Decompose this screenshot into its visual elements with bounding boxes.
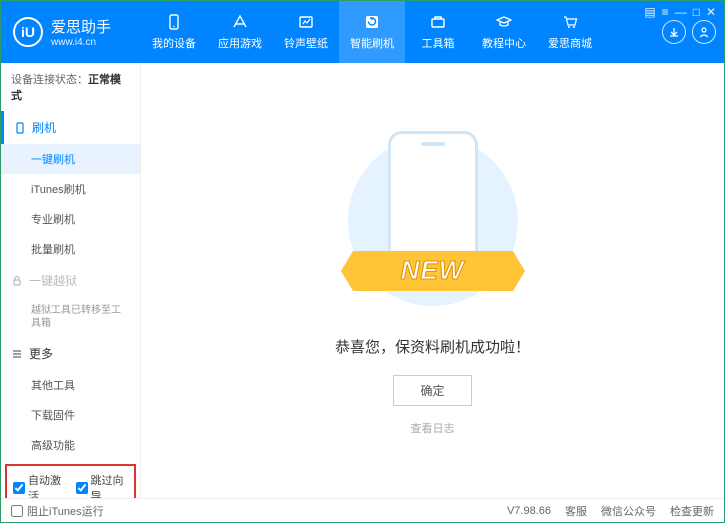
minimize-icon[interactable]: — bbox=[675, 5, 687, 19]
header-right bbox=[662, 20, 724, 44]
group-title: 刷机 bbox=[32, 119, 56, 136]
logo-area: iU 爱思助手 www.i4.cn bbox=[1, 16, 141, 48]
status-bar: 阻止iTunes运行 V7.98.66 客服 微信公众号 检查更新 bbox=[1, 498, 724, 522]
sidebar-item-oneclick-flash[interactable]: 一键刷机 bbox=[1, 144, 140, 174]
sidebar-item-batch-flash[interactable]: 批量刷机 bbox=[1, 234, 140, 264]
new-banner-text: NEW bbox=[401, 255, 465, 286]
auto-activate-input[interactable] bbox=[13, 482, 25, 494]
refresh-icon bbox=[363, 13, 381, 31]
skip-guide-input[interactable] bbox=[76, 482, 88, 494]
main: 设备连接状态：正常模式 刷机 一键刷机 iTunes刷机 专业刷机 批量刷机 一… bbox=[1, 63, 724, 498]
flash-options-highlight: 自动激活 跳过向导 bbox=[5, 464, 136, 498]
header: ▤ ≡ — □ ✕ iU 爱思助手 www.i4.cn 我的设备 应用游戏 铃声… bbox=[1, 1, 724, 63]
sidebar-item-itunes-flash[interactable]: iTunes刷机 bbox=[1, 174, 140, 204]
block-itunes-checkbox[interactable]: 阻止iTunes运行 bbox=[11, 503, 104, 519]
block-itunes-label: 阻止iTunes运行 bbox=[27, 503, 104, 519]
status-label: 设备连接状态： bbox=[11, 74, 88, 86]
toolbox-icon bbox=[429, 13, 447, 31]
wallpaper-icon bbox=[297, 13, 315, 31]
graduation-icon bbox=[495, 13, 513, 31]
skip-guide-checkbox[interactable]: 跳过向导 bbox=[76, 472, 129, 498]
ok-button[interactable]: 确定 bbox=[393, 375, 471, 406]
view-log-link[interactable]: 查看日志 bbox=[411, 420, 455, 436]
auto-activate-checkbox[interactable]: 自动激活 bbox=[13, 472, 66, 498]
close-icon[interactable]: ✕ bbox=[706, 5, 716, 19]
sidebar: 设备连接状态：正常模式 刷机 一键刷机 iTunes刷机 专业刷机 批量刷机 一… bbox=[1, 63, 141, 498]
download-icon bbox=[668, 26, 680, 38]
nav-label: 智能刷机 bbox=[350, 35, 394, 51]
sidebar-item-other-tools[interactable]: 其他工具 bbox=[1, 370, 140, 400]
group-title: 更多 bbox=[29, 345, 53, 362]
maximize-icon[interactable]: □ bbox=[693, 5, 700, 19]
checkbox-label: 跳过向导 bbox=[91, 472, 129, 498]
phone-icon bbox=[165, 13, 183, 31]
app-name: 爱思助手 bbox=[51, 16, 111, 37]
menu-icon[interactable]: ▤ bbox=[644, 5, 655, 19]
nav-my-device[interactable]: 我的设备 bbox=[141, 1, 207, 63]
nav-label: 工具箱 bbox=[422, 35, 455, 51]
block-itunes-input[interactable] bbox=[11, 505, 23, 517]
nav-smart-flash[interactable]: 智能刷机 bbox=[339, 1, 405, 63]
sidebar-item-pro-flash[interactable]: 专业刷机 bbox=[1, 204, 140, 234]
jailbreak-note: 越狱工具已转移至工具箱 bbox=[1, 297, 140, 337]
app-url: www.i4.cn bbox=[51, 37, 111, 48]
success-illustration: NEW bbox=[343, 126, 523, 316]
nav-tutorials[interactable]: 教程中心 bbox=[471, 1, 537, 63]
settings-icon[interactable]: ≡ bbox=[662, 5, 669, 19]
group-title: 一键越狱 bbox=[29, 272, 77, 289]
version-text: V7.98.66 bbox=[507, 505, 551, 517]
logo-icon: iU bbox=[13, 17, 43, 47]
download-button[interactable] bbox=[662, 20, 686, 44]
checkbox-label: 自动激活 bbox=[28, 472, 66, 498]
sidebar-group-jailbreak: 一键越狱 bbox=[1, 264, 140, 297]
sidebar-item-advanced[interactable]: 高级功能 bbox=[1, 430, 140, 460]
nav-apps-games[interactable]: 应用游戏 bbox=[207, 1, 273, 63]
cart-icon bbox=[561, 13, 579, 31]
apps-icon bbox=[231, 13, 249, 31]
sidebar-item-download-firmware[interactable]: 下载固件 bbox=[1, 400, 140, 430]
nav-label: 我的设备 bbox=[152, 35, 196, 51]
nav-store[interactable]: 爱思商城 bbox=[537, 1, 603, 63]
main-nav: 我的设备 应用游戏 铃声壁纸 智能刷机 工具箱 教程中心 爱思商城 bbox=[141, 1, 662, 63]
nav-label: 铃声壁纸 bbox=[284, 35, 328, 51]
check-update-link[interactable]: 检查更新 bbox=[670, 503, 714, 519]
nav-toolbox[interactable]: 工具箱 bbox=[405, 1, 471, 63]
nav-ringtones[interactable]: 铃声壁纸 bbox=[273, 1, 339, 63]
user-icon bbox=[698, 26, 710, 38]
nav-label: 应用游戏 bbox=[218, 35, 262, 51]
phone-small-icon bbox=[14, 122, 26, 134]
sidebar-group-flash[interactable]: 刷机 bbox=[1, 111, 140, 144]
user-button[interactable] bbox=[692, 20, 716, 44]
content-area: NEW 恭喜您，保资料刷机成功啦！ 确定 查看日志 bbox=[141, 63, 724, 498]
success-message: 恭喜您，保资料刷机成功啦！ bbox=[335, 336, 530, 357]
nav-label: 爱思商城 bbox=[548, 35, 592, 51]
list-icon bbox=[11, 348, 23, 360]
sidebar-group-more[interactable]: 更多 bbox=[1, 337, 140, 370]
wechat-link[interactable]: 微信公众号 bbox=[601, 503, 656, 519]
service-link[interactable]: 客服 bbox=[565, 503, 587, 519]
nav-label: 教程中心 bbox=[482, 35, 526, 51]
device-status: 设备连接状态：正常模式 bbox=[1, 63, 140, 111]
window-controls: ▤ ≡ — □ ✕ bbox=[644, 5, 716, 19]
lock-icon bbox=[11, 275, 23, 287]
